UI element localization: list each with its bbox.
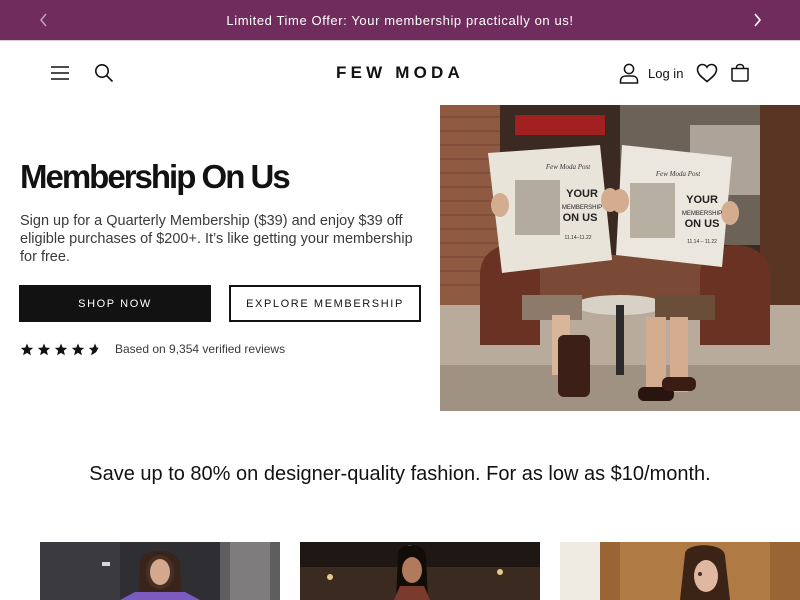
product-tile[interactable] <box>40 542 280 600</box>
reviews-text: Based on 9,354 verified reviews <box>115 342 286 356</box>
newspaper-headline-right-2: MEMBERSHIP <box>682 211 722 217</box>
account-icon <box>619 63 639 84</box>
site-logo[interactable]: FEW MODA <box>300 63 500 83</box>
newspaper-dates-right: 11.14 – 11.22 <box>687 239 717 245</box>
newspaper-headline-left-3: ON US <box>563 212 598 224</box>
half-star-icon <box>88 343 99 355</box>
star-icon <box>37 343 51 355</box>
menu-icon[interactable] <box>48 61 72 85</box>
login-label: Log in <box>648 65 684 81</box>
star-icon <box>54 343 68 355</box>
hero-title: Membership On Us <box>20 158 291 195</box>
newspaper-dates-left: 11.14–11.22 <box>564 235 591 241</box>
hero-image: Few Moda Post YOUR MEMBERSHIP ON US 11.1… <box>440 105 800 411</box>
newspaper-headline-left-1: YOUR <box>566 188 598 200</box>
announcement-bar: Limited Time Offer: Your membership prac… <box>0 0 800 40</box>
newspaper-masthead-left: Few Moda Post <box>545 163 591 171</box>
newspaper-masthead-right: Few Moda Post <box>655 170 701 178</box>
star-icon <box>20 343 34 355</box>
site-header: FEW MODA Log in <box>0 40 800 105</box>
announcement-text: Limited Time Offer: Your membership prac… <box>226 12 574 28</box>
star-rating <box>20 343 105 356</box>
explore-membership-button[interactable]: EXPLORE MEMBERSHIP <box>229 285 421 322</box>
product-tile[interactable] <box>560 542 800 600</box>
shop-now-button[interactable]: SHOP NOW <box>19 285 211 322</box>
chevron-left-icon[interactable] <box>34 10 54 30</box>
product-tile[interactable] <box>300 542 540 600</box>
heart-icon[interactable] <box>695 61 719 85</box>
star-icon <box>71 343 85 355</box>
login-link[interactable]: Log in <box>618 61 683 85</box>
newspaper-headline-left-2: MEMBERSHIP <box>562 205 602 211</box>
promo-headline: Save up to 80% on designer-quality fashi… <box>89 463 711 485</box>
newspaper-headline-right-1: YOUR <box>686 194 718 206</box>
reviews-summary[interactable]: Based on 9,354 verified reviews <box>20 342 285 356</box>
newspaper-headline-right-3: ON US <box>685 218 720 230</box>
search-icon[interactable] <box>92 61 116 85</box>
cart-icon[interactable] <box>728 61 752 85</box>
chevron-right-icon[interactable] <box>747 10 767 30</box>
hero-description: Sign up for a Quarterly Membership ($39)… <box>20 213 413 265</box>
